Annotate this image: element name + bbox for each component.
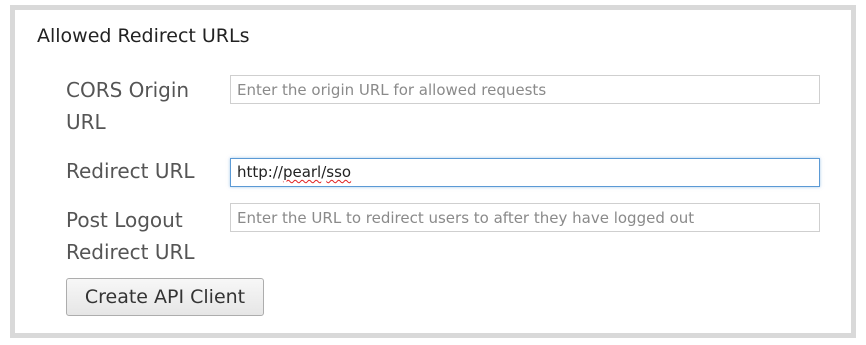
redirect-url-input[interactable] xyxy=(230,158,820,187)
allowed-redirect-urls-panel: Allowed Redirect URLs CORS Origin URL Re… xyxy=(10,5,856,338)
cors-origin-url-input[interactable] xyxy=(230,75,820,104)
create-api-client-button[interactable]: Create API Client xyxy=(66,278,264,316)
post-logout-redirect-url-label: Post Logout Redirect URL xyxy=(66,208,195,264)
cors-origin-url-label: CORS Origin URL xyxy=(66,78,190,134)
post-logout-redirect-url-input[interactable] xyxy=(230,203,820,232)
panel-title: Allowed Redirect URLs xyxy=(37,25,250,47)
redirect-url-label: Redirect URL xyxy=(66,159,195,183)
